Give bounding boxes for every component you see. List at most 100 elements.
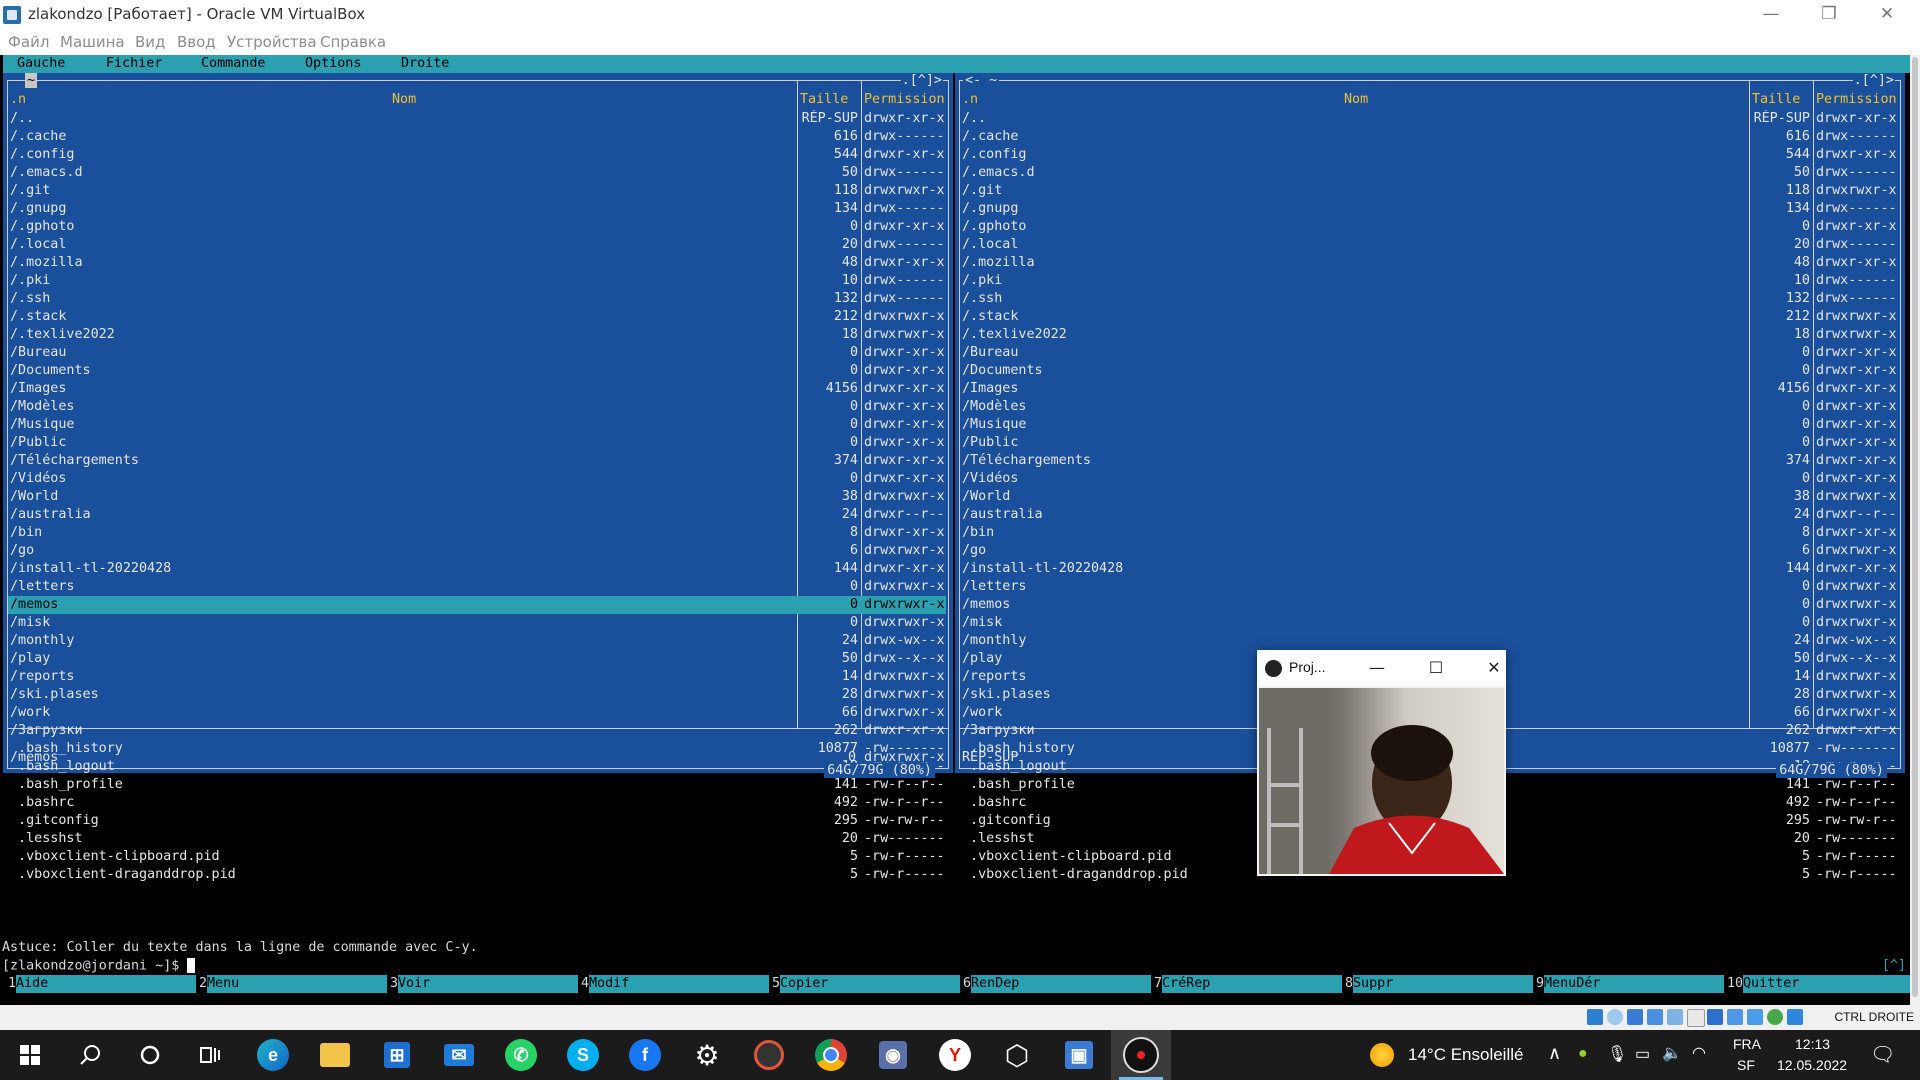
file-row[interactable]: /misk 0 drwxrwxr-x [960,614,1898,632]
language-indicator-top[interactable]: FRA [1733,1036,1761,1052]
panel-history-button[interactable]: .[^]> [1852,73,1895,88]
optical-drive-icon[interactable] [1607,1009,1623,1025]
mc-menu-file[interactable]: Fichier [106,56,162,71]
clock-date[interactable]: 12.05.2022 [1777,1057,1847,1073]
fkey-3-button[interactable]: 3 Voir [390,975,578,993]
fkey-5-button[interactable]: 5 Copier [772,975,960,993]
file-row[interactable]: /World 38 drwxrwxr-x [8,488,946,506]
hard-disk-icon[interactable] [1587,1009,1603,1025]
file-row[interactable]: /install-tl-20220428 144 drwxr-xr-x [960,560,1898,578]
file-row[interactable]: /.gnupg 134 drwx------ [8,200,946,218]
chevron-up-icon[interactable]: ∧ [1548,1043,1561,1064]
taskbar-app[interactable]: ◉ [863,1030,923,1080]
file-row[interactable]: /.emacs.d 50 drwx------ [8,164,946,182]
file-row[interactable]: /Public 0 drwxr-xr-x [960,434,1898,452]
file-row[interactable]: /australia 24 drwxr--r-- [8,506,946,524]
file-row[interactable]: /.config 544 drwxr-xr-x [8,146,946,164]
guest-additions-icon[interactable] [1767,1009,1783,1025]
weather-text[interactable]: 14°C Ensoleillé [1408,1045,1523,1065]
column-header-size[interactable]: Taille [800,92,848,107]
file-row[interactable]: /.. RÉP-SUP drwxr-xr-x [960,110,1898,128]
taskbar-obs[interactable] [1111,1030,1171,1080]
fkey-8-button[interactable]: 8 Suppr [1345,975,1533,993]
taskbar-explorer[interactable] [305,1030,365,1080]
file-row[interactable]: /Vidéos 0 drwxr-xr-x [8,470,946,488]
mc-menu-left[interactable]: Gauche [17,56,65,71]
column-header-name[interactable]: Nom [1344,92,1368,107]
file-row[interactable]: /.. RÉP-SUP drwxr-xr-x [8,110,946,128]
file-row[interactable]: /letters 0 drwxrwxr-x [8,578,946,596]
taskbar-store[interactable]: ⊞ [367,1030,427,1080]
column-header-permission[interactable]: Permission [864,92,945,107]
cpu-icon[interactable] [1747,1009,1763,1025]
file-row[interactable]: /.git 118 drwxrwxr-x [8,182,946,200]
column-header-size[interactable]: Taille [1752,92,1800,107]
menu-machine[interactable]: Машина [60,33,125,51]
language-indicator-bottom[interactable]: SF [1737,1057,1755,1073]
minimize-icon[interactable]: — [1363,654,1391,682]
file-row[interactable]: /.pki 10 drwx------ [8,272,946,290]
vm-scrollbar[interactable] [1910,55,1920,1005]
taskbar-3d[interactable]: ⬡ [987,1030,1047,1080]
sort-indicator[interactable]: .n [10,92,26,107]
file-row[interactable]: /.cache 616 drwx------ [8,128,946,146]
file-row[interactable]: /go 6 drwxrwxr-x [8,542,946,560]
file-row[interactable]: /install-tl-20220428 144 drwxr-xr-x [8,560,946,578]
microphone-icon[interactable]: 🎙 [1607,1044,1627,1064]
clock-time[interactable]: 12:13 [1795,1036,1830,1052]
battery-icon[interactable]: ▭ [1635,1044,1650,1064]
panel-path[interactable]: ~ [25,73,38,88]
file-row[interactable]: /play 50 drwx--x--x [8,650,946,668]
file-row[interactable]: /reports 14 drwxrwxr-x [8,668,946,686]
fkey-1-button[interactable]: 1 Aide [8,975,196,993]
menu-input[interactable]: Ввод [177,33,216,51]
shared-folders-icon[interactable] [1687,1009,1705,1027]
restore-icon[interactable]: ❐ [1800,0,1858,30]
column-header-permission[interactable]: Permission [1816,92,1897,107]
mc-menu-command[interactable]: Commande [201,56,266,71]
file-row[interactable]: /letters 0 drwxrwxr-x [960,578,1898,596]
taskbar-edge[interactable]: e [243,1030,303,1080]
file-row[interactable]: /memos 0 drwxrwxr-x [8,596,946,614]
display-icon[interactable] [1707,1009,1723,1025]
file-row[interactable]: /.local 20 drwx------ [8,236,946,254]
file-row[interactable]: /.stack 212 drwxrwxr-x [960,308,1898,326]
file-row[interactable]: .vboxclient-draganddrop.pid 5 -rw-r----- [8,866,946,884]
file-row[interactable]: /.pki 10 drwx------ [960,272,1898,290]
file-row[interactable]: /Téléchargements 374 drwxr-xr-x [8,452,946,470]
mouse-integration-icon[interactable] [1787,1009,1803,1025]
mc-menu-right[interactable]: Droite [401,56,449,71]
file-row[interactable]: /go 6 drwxrwxr-x [960,542,1898,560]
file-row[interactable]: /.stack 212 drwxrwxr-x [8,308,946,326]
file-row[interactable]: /memos 0 drwxrwxr-x [960,596,1898,614]
file-row[interactable]: /Musique 0 drwxr-xr-x [8,416,946,434]
file-row[interactable]: .gitconfig 295 -rw-rw-r-- [8,812,946,830]
fkey-7-button[interactable]: 7 CréRep [1154,975,1342,993]
file-row[interactable]: /Images 4156 drwxr-xr-x [8,380,946,398]
start-button[interactable] [0,1030,60,1080]
file-row[interactable]: /.config 544 drwxr-xr-x [960,146,1898,164]
file-row[interactable]: /work 66 drwxrwxr-x [8,704,946,722]
network-icon[interactable] [1647,1009,1663,1025]
command-line[interactable]: [zlakondzo@jordani ~]$ [2,958,196,974]
menu-help[interactable]: Справка [320,33,386,51]
left-panel[interactable]: ~ .[^]> .n Nom Taille Permission /.. RÉP-… [3,73,953,882]
vm-screen[interactable]: Gauche Fichier Commande Options Droite ~… [0,55,1920,1005]
fkey-4-button[interactable]: 4 Modif [581,975,769,993]
file-row[interactable]: /.gnupg 134 drwx------ [960,200,1898,218]
task-view-button[interactable] [180,1030,240,1080]
file-row[interactable]: /.ssh 132 drwx------ [8,290,946,308]
taskbar-chrome[interactable] [801,1030,861,1080]
file-row[interactable]: /.ssh 132 drwx------ [960,290,1898,308]
panel-path[interactable]: <- ~ [963,73,1000,88]
host-key-label[interactable]: CTRL DROITE [1834,1010,1914,1024]
cortana-button[interactable] [120,1030,180,1080]
file-row[interactable]: /.mozilla 48 drwxr-xr-x [8,254,946,272]
fkey-10-button[interactable]: 10 Quitter [1727,975,1915,993]
command-history-button[interactable]: [^] [1882,958,1906,973]
file-row[interactable]: /Téléchargements 374 drwxr-xr-x [960,452,1898,470]
recording-icon[interactable] [1727,1009,1743,1025]
file-row[interactable]: /Modèles 0 drwxr-xr-x [960,398,1898,416]
wifi-icon[interactable]: ◠ [1692,1043,1706,1063]
taskbar-facebook[interactable]: f [615,1030,675,1080]
